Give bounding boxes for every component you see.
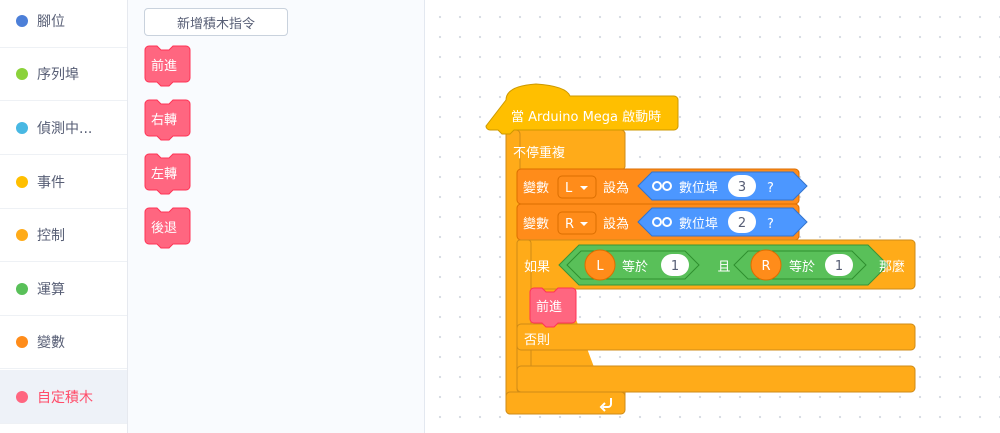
hat-label: 當 Arduino Mega 啟動時 (511, 110, 661, 125)
palette-block-backward[interactable]: 後退 (144, 207, 191, 249)
category-label: 變數 (37, 335, 65, 351)
reporter-label: 數位埠 (679, 217, 718, 232)
category-label: 事件 (37, 175, 65, 191)
then-label: 那麼 (879, 260, 905, 275)
question-mark: ? (767, 181, 774, 196)
control-category-dot-icon (16, 229, 28, 241)
script-workspace[interactable]: 不停重複 當 Arduino Mega 啟動時 變數 L 設為 數位埠 3 ? … (425, 0, 1000, 433)
set-keyword: 變數 (523, 180, 549, 196)
reporter-label: 數位埠 (679, 181, 718, 196)
forever-label: 不停重複 (513, 145, 565, 161)
palette-block-forward[interactable]: 前進 (144, 45, 191, 87)
variable-reporter-label: L (596, 259, 604, 274)
category-label: 偵測中... (37, 121, 93, 137)
set-to-label: 設為 (603, 216, 629, 232)
set-variable-l-block[interactable]: 變數 L 設為 數位埠 3 ? (516, 168, 808, 205)
equals-label: 等於 (789, 259, 815, 275)
category-label: 運算 (37, 282, 65, 298)
category-events[interactable]: 事件 (0, 156, 127, 209)
set-to-label: 設為 (603, 180, 629, 196)
category-label: 自定積木 (37, 389, 93, 406)
if-else-block[interactable]: 如果 且 L 等於 1 R 等於 1 那麼 否則 前進 (516, 239, 916, 393)
palette-block-label: 左轉 (151, 167, 177, 182)
palette-block-turn-right[interactable]: 右轉 (144, 99, 191, 141)
equals-operator-block-r[interactable]: R 等於 1 (733, 249, 867, 281)
script-canvas: 不停重複 當 Arduino Mega 啟動時 變數 L 設為 數位埠 3 ? … (485, 83, 916, 415)
equals-label: 等於 (622, 259, 648, 275)
set-variable-r-block[interactable]: 變數 R 設為 數位埠 2 ? (516, 203, 808, 241)
category-variables[interactable]: 變數 (0, 316, 127, 369)
category-detecting[interactable]: 偵測中... (0, 102, 127, 155)
variable-dropdown-l[interactable]: L (557, 175, 597, 199)
and-operator-block[interactable]: 且 L 等於 1 R 等於 1 (558, 244, 889, 286)
pin-number-value: 2 (738, 216, 746, 231)
variable-name: R (565, 217, 574, 232)
category-label: 腳位 (37, 14, 65, 30)
palette-blocks: 前進 右轉 左轉 後退 (144, 45, 191, 249)
call-forward-block[interactable]: 前進 (529, 287, 577, 328)
if-label: 如果 (524, 259, 550, 275)
pins-category-dot-icon (16, 15, 28, 27)
category-label: 控制 (37, 228, 65, 244)
operators-category-dot-icon (16, 283, 28, 295)
block-palette-flyout: 新增積木指令 前進 右轉 左轉 後退 (128, 0, 425, 433)
digital-pin-reporter-l[interactable]: 數位埠 3 ? (637, 171, 808, 201)
palette-block-label: 右轉 (151, 113, 177, 128)
events-category-dot-icon (16, 176, 28, 188)
variables-category-dot-icon (16, 336, 28, 348)
else-label: 否則 (524, 333, 550, 348)
call-block-label: 前進 (536, 299, 562, 315)
when-arduino-starts-hat-block[interactable]: 當 Arduino Mega 啟動時 (485, 83, 679, 135)
comparison-value: 1 (835, 259, 843, 274)
category-sidebar: 腳位 序列埠 偵測中... 事件 控制 運算 變數 自定積木 (0, 0, 128, 433)
variable-dropdown-r[interactable]: R (557, 211, 597, 235)
set-keyword: 變數 (523, 216, 549, 232)
and-label: 且 (717, 260, 730, 275)
digital-pin-reporter-r[interactable]: 數位埠 2 ? (637, 207, 808, 237)
pin-number-value: 3 (738, 180, 746, 195)
variable-reporter-label: R (761, 259, 770, 274)
palette-block-turn-left[interactable]: 左轉 (144, 153, 191, 195)
palette-block-label: 後退 (151, 221, 177, 236)
category-my-blocks[interactable]: 自定積木 (0, 370, 127, 424)
palette-block-label: 前進 (151, 58, 177, 74)
equals-operator-block-l[interactable]: L 等於 1 (566, 249, 700, 281)
detecting-category-dot-icon (16, 122, 28, 134)
serial-category-dot-icon (16, 68, 28, 80)
category-label: 序列埠 (37, 67, 79, 83)
comparison-value: 1 (671, 259, 679, 274)
variable-name: L (565, 181, 573, 196)
category-control[interactable]: 控制 (0, 209, 127, 262)
category-serial[interactable]: 序列埠 (0, 48, 127, 101)
my-blocks-category-dot-icon (16, 390, 28, 403)
category-operators[interactable]: 運算 (0, 263, 127, 316)
question-mark: ? (767, 217, 774, 232)
category-pins[interactable]: 腳位 (0, 0, 127, 48)
